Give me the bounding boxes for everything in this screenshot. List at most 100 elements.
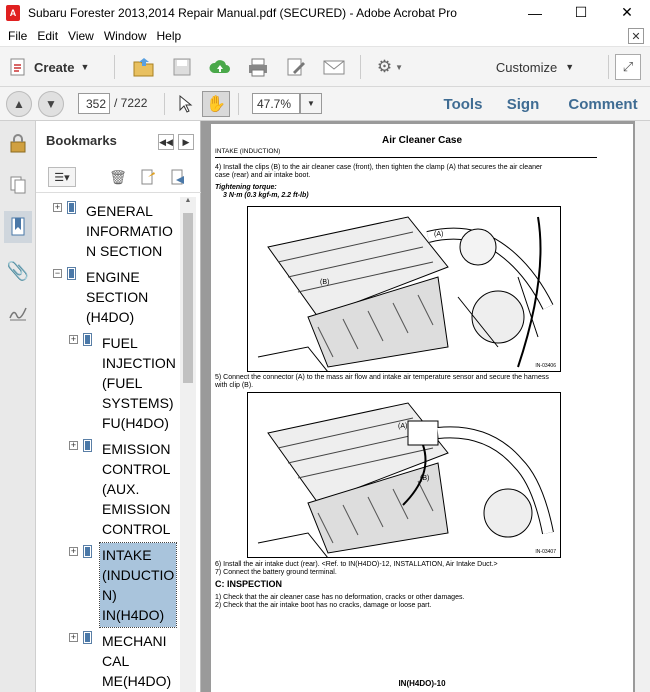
chevron-down-icon: ▼ <box>80 62 90 72</box>
bookmark-line: (FUEL <box>102 375 143 391</box>
tools-pane-button[interactable]: Tools <box>438 93 488 115</box>
bookmark-icon <box>67 267 76 280</box>
bookmarks-list[interactable]: + GENERAL INFORMATIO N SECTION − ENGINE … <box>36 197 181 692</box>
open-button[interactable] <box>130 53 158 81</box>
expand-button[interactable]: ⤢ <box>615 54 641 80</box>
bookmark-line: ME(H4DO) <box>102 673 172 689</box>
menu-help[interactable]: Help <box>157 29 182 43</box>
settings-button[interactable]: ⚙ ▼ <box>370 53 410 81</box>
expand-toggle[interactable]: + <box>69 547 78 556</box>
expand-toggle[interactable]: + <box>53 203 62 212</box>
adobe-pdf-icon: A <box>6 4 20 21</box>
engine-bay-illustration <box>248 207 560 371</box>
bookmark-icon <box>83 333 92 346</box>
bookmark-icon <box>83 631 92 644</box>
collapse-panel-button[interactable]: ◀◀ <box>158 134 174 150</box>
edit-pdf-button[interactable] <box>282 53 310 81</box>
section-heading: C: INSPECTION <box>215 579 283 589</box>
step-6: 6) Install the air intake duct (rear). <… <box>215 561 498 568</box>
new-bookmark-button[interactable] <box>138 167 158 187</box>
scroll-thumb[interactable] <box>183 213 193 383</box>
bookmarks-icon[interactable] <box>4 211 32 243</box>
create-button[interactable]: Create ▼ <box>8 55 104 79</box>
hand-tool-button[interactable]: ✋ <box>202 91 230 117</box>
bookmark-line: (INDUCTIO <box>102 567 175 583</box>
page-total: / 7222 <box>114 96 148 110</box>
chevron-right-icon: ▶ <box>182 136 190 147</box>
bookmark-engine-section[interactable]: ENGINE SECTION (H4DO) <box>86 267 148 327</box>
inspection-2: 2) Check that the air intake boot has no… <box>215 602 432 609</box>
document-view[interactable]: Air Cleaner Case INTAKE (INDUCTION) 4) I… <box>201 121 650 692</box>
sign-pane-button[interactable]: Sign <box>500 93 546 115</box>
previous-page-button[interactable]: ▲ <box>6 91 32 117</box>
customize-button[interactable]: Customize ▼ <box>490 55 580 79</box>
arrow-down-icon: ▼ <box>45 97 57 111</box>
select-tool-button[interactable] <box>172 91 198 117</box>
menu-file[interactable]: File <box>8 29 27 43</box>
expand-panel-button[interactable]: ▶ <box>178 134 194 150</box>
page-number-input[interactable]: 352 <box>78 93 110 114</box>
maximize-button[interactable]: ☐ <box>558 0 604 25</box>
bookmark-intake-induction[interactable]: INTAKE (INDUCTIO N) IN(H4DO) <box>99 542 177 628</box>
bookmark-line: INTAKE <box>102 547 152 563</box>
print-button[interactable] <box>244 53 272 81</box>
new-bookmark-icon <box>141 169 155 185</box>
menu-window[interactable]: Window <box>104 29 147 43</box>
bookmark-line: (AUX. <box>102 481 140 497</box>
collapse-toggle[interactable]: − <box>53 269 62 278</box>
bookmark-line: CONTROL <box>102 461 171 477</box>
bookmarks-scrollbar[interactable]: ▲ <box>180 197 196 692</box>
document-scrollbar[interactable] <box>635 121 650 692</box>
bookmark-arrow-icon <box>171 169 184 185</box>
comment-pane-button[interactable]: Comment <box>562 93 644 115</box>
delete-bookmark-button[interactable]: 🗑 <box>108 167 128 187</box>
bookmark-line: N SECTION <box>86 243 163 259</box>
minimize-button[interactable]: — <box>512 0 558 25</box>
hand-icon: ✋ <box>206 96 226 113</box>
upload-cloud-button[interactable] <box>206 53 234 81</box>
create-label: Create <box>34 59 75 75</box>
gear-icon: ⚙ <box>376 57 393 76</box>
expand-toggle[interactable]: + <box>69 441 78 450</box>
expand-bookmark-button[interactable] <box>168 167 188 187</box>
arrow-up-icon: ▲ <box>13 97 25 111</box>
lock-icon[interactable] <box>4 127 32 159</box>
signature-icon[interactable] <box>4 297 32 329</box>
step-4: 4) Install the clips (B) to the air clea… <box>215 164 543 171</box>
pdf-page: Air Cleaner Case INTAKE (INDUCTION) 4) I… <box>211 124 633 692</box>
bookmark-line: EMISSION <box>102 501 171 517</box>
zoom-input[interactable]: 47.7% <box>252 93 300 114</box>
bookmark-line: INJECTION <box>102 355 176 371</box>
bookmark-fuel-injection[interactable]: FUEL INJECTION (FUEL SYSTEMS) FU(H4DO) <box>102 333 176 433</box>
next-page-button[interactable]: ▼ <box>38 91 64 117</box>
menu-view[interactable]: View <box>68 29 94 43</box>
menu-bar: File Edit View Window Help ✕ <box>0 25 650 47</box>
scroll-up-icon[interactable]: ▲ <box>180 197 196 211</box>
navigation-rail: 📎 <box>0 121 36 692</box>
bookmark-general-information[interactable]: GENERAL INFORMATIO N SECTION <box>86 201 173 261</box>
print-icon <box>249 58 267 77</box>
zoom-dropdown[interactable]: ▼ <box>300 93 322 114</box>
email-button[interactable] <box>320 53 348 81</box>
list-options-icon: ☰▾ <box>54 171 70 184</box>
edit-page-icon <box>287 58 305 76</box>
bookmark-line: (H4DO) <box>86 309 135 325</box>
menu-edit[interactable]: Edit <box>37 29 58 43</box>
expand-toggle[interactable]: + <box>69 633 78 642</box>
page-title: Air Cleaner Case <box>381 135 463 146</box>
step-5: 5) Connect the connector (A) to the mass… <box>215 374 549 381</box>
bookmark-icon <box>83 439 92 452</box>
page-footer: IN(H4DO)-10 <box>398 679 446 688</box>
expand-toggle[interactable]: + <box>69 335 78 344</box>
options-button[interactable]: ☰▾ <box>48 167 76 187</box>
figure-air-cleaner-clips: (A) (B) IN-03406 <box>247 206 561 372</box>
attachment-icon[interactable]: 📎 <box>4 255 32 287</box>
page-subtitle: INTAKE (INDUCTION) <box>215 148 281 155</box>
close-button[interactable]: ✕ <box>604 0 650 25</box>
bookmarks-title: Bookmarks <box>46 132 117 148</box>
bookmark-emission-control[interactable]: EMISSION CONTROL (AUX. EMISSION CONTROL <box>102 439 170 539</box>
page-thumbnails-icon[interactable] <box>4 169 32 201</box>
bookmark-mechanical[interactable]: MECHANI CAL ME(H4DO) <box>102 631 171 691</box>
close-document-button[interactable]: ✕ <box>628 28 644 44</box>
save-button[interactable] <box>168 53 196 81</box>
